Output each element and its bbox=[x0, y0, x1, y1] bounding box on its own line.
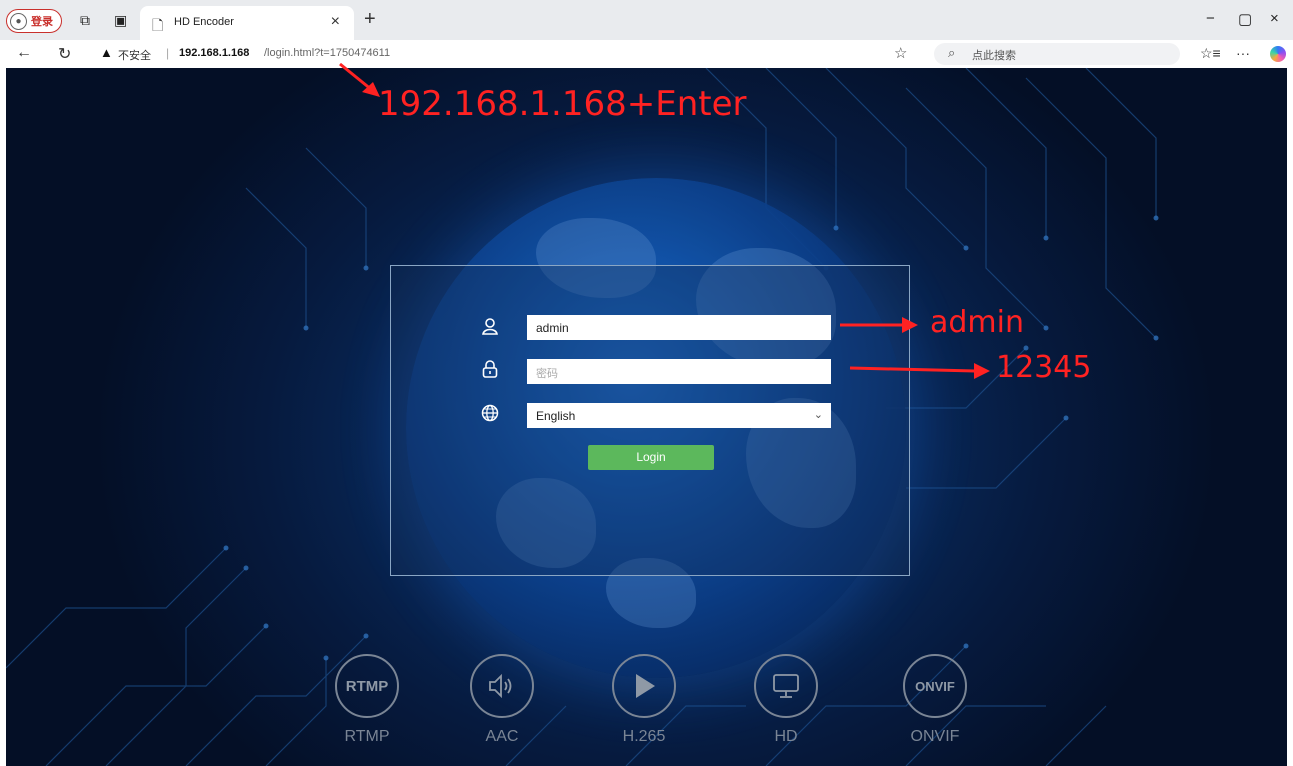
password-hint: 12345 bbox=[996, 350, 1092, 385]
address-hint: 192.168.1.168+Enter bbox=[378, 84, 747, 124]
username-hint: admin bbox=[930, 305, 1024, 340]
